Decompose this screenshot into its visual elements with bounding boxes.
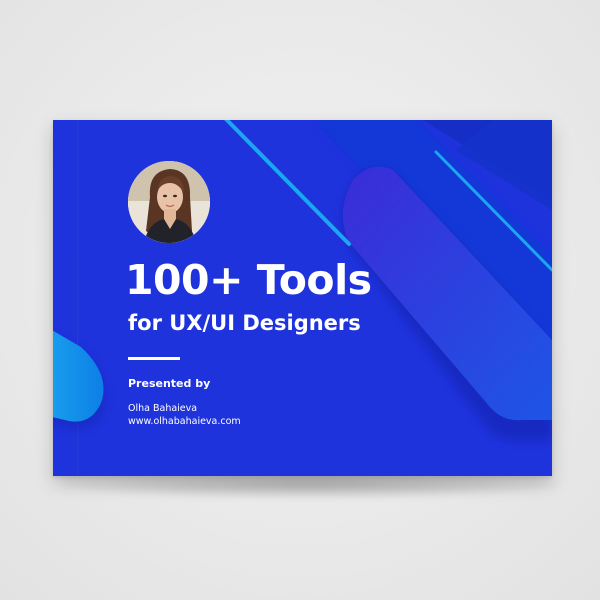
person-photo-icon — [128, 161, 210, 243]
mockup-scene: 100+ Tools for UX/UI Designers Presented… — [0, 0, 600, 600]
presented-by-label: Presented by — [128, 377, 211, 390]
author-website: www.olhabahaieva.com — [128, 416, 241, 427]
book-cover: 100+ Tools for UX/UI Designers Presented… — [53, 120, 552, 476]
author-name: Olha Bahaieva — [128, 403, 198, 414]
cover-title: 100+ Tools — [125, 256, 372, 304]
pill-shape-lower-left — [53, 330, 106, 429]
accent-line-left — [224, 120, 351, 246]
author-avatar — [128, 161, 210, 243]
cover-subtitle: for UX/UI Designers — [128, 311, 361, 335]
title-divider — [128, 357, 180, 360]
